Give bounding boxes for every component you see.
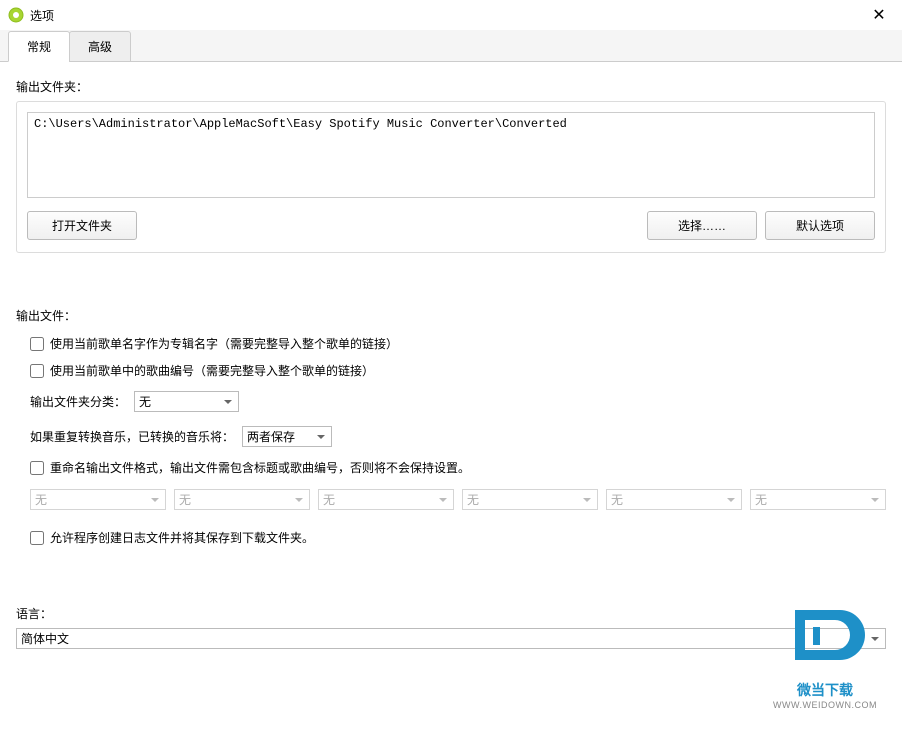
chevron-down-icon bbox=[871, 498, 879, 502]
titlebar: 选项 ✕ bbox=[0, 0, 902, 30]
close-icon: ✕ bbox=[872, 5, 885, 25]
checkbox-rename-output[interactable] bbox=[30, 461, 44, 475]
chevron-down-icon bbox=[727, 498, 735, 502]
close-button[interactable]: ✕ bbox=[864, 0, 894, 30]
branding-text: 微当下载 bbox=[770, 680, 880, 700]
output-folder-buttons: 打开文件夹 选择…… 默认选项 bbox=[27, 211, 875, 240]
content-area: 输出文件夹： 打开文件夹 选择…… 默认选项 输出文件： 使用当前歌单名字作为专… bbox=[0, 62, 902, 661]
chevron-down-icon bbox=[317, 435, 325, 439]
folder-sort-select[interactable]: 无 bbox=[134, 391, 239, 412]
chevron-down-icon bbox=[871, 637, 879, 641]
checkbox-use-track-number[interactable] bbox=[30, 364, 44, 378]
rename-part-3: 无 bbox=[318, 489, 454, 510]
tab-advanced[interactable]: 高级 bbox=[69, 31, 131, 62]
chevron-down-icon bbox=[295, 498, 303, 502]
chevron-down-icon bbox=[151, 498, 159, 502]
checkbox-create-log-label[interactable]: 允许程序创建日志文件并将其保存到下载文件夹。 bbox=[50, 529, 314, 546]
output-file-label: 输出文件： bbox=[16, 307, 886, 324]
output-folder-label: 输出文件夹： bbox=[16, 78, 886, 95]
rename-part-4: 无 bbox=[462, 489, 598, 510]
app-icon bbox=[8, 7, 24, 23]
checkbox-use-album-name-label[interactable]: 使用当前歌单名字作为专辑名字（需要完整导入整个歌单的链接） bbox=[50, 335, 398, 352]
window-title: 选项 bbox=[30, 7, 864, 24]
tab-general[interactable]: 常规 bbox=[8, 31, 70, 62]
chevron-down-icon bbox=[439, 498, 447, 502]
default-option-button[interactable]: 默认选项 bbox=[765, 211, 875, 240]
repeat-convert-value: 两者保存 bbox=[247, 428, 295, 445]
repeat-convert-label: 如果重复转换音乐，已转换的音乐将： bbox=[30, 428, 234, 445]
tab-strip: 常规 高级 bbox=[0, 30, 902, 62]
folder-sort-value: 无 bbox=[139, 393, 151, 410]
language-select[interactable]: 简体中文 bbox=[16, 628, 886, 649]
rename-part-6: 无 bbox=[750, 489, 886, 510]
language-label: 语言： bbox=[16, 605, 886, 622]
folder-sort-label: 输出文件夹分类： bbox=[30, 393, 126, 410]
select-folder-button[interactable]: 选择…… bbox=[647, 211, 757, 240]
chevron-down-icon bbox=[224, 400, 232, 404]
output-folder-group: 打开文件夹 选择…… 默认选项 bbox=[16, 101, 886, 253]
language-value: 简体中文 bbox=[21, 630, 69, 647]
rename-format-row: 无 无 无 无 无 无 bbox=[16, 481, 886, 518]
checkbox-rename-output-label[interactable]: 重命名输出文件格式，输出文件需包含标题或歌曲编号，否则将不会保持设置。 bbox=[50, 459, 470, 476]
open-folder-button[interactable]: 打开文件夹 bbox=[27, 211, 137, 240]
output-folder-path[interactable] bbox=[27, 112, 875, 198]
checkbox-use-track-number-label[interactable]: 使用当前歌单中的歌曲编号（需要完整导入整个歌单的链接） bbox=[50, 362, 374, 379]
chevron-down-icon bbox=[583, 498, 591, 502]
branding-url: WWW.WEIDOWN.COM bbox=[770, 700, 880, 710]
rename-part-2: 无 bbox=[174, 489, 310, 510]
rename-part-1: 无 bbox=[30, 489, 166, 510]
rename-part-5: 无 bbox=[606, 489, 742, 510]
repeat-convert-select[interactable]: 两者保存 bbox=[242, 426, 332, 447]
checkbox-use-album-name[interactable] bbox=[30, 337, 44, 351]
checkbox-create-log[interactable] bbox=[30, 531, 44, 545]
